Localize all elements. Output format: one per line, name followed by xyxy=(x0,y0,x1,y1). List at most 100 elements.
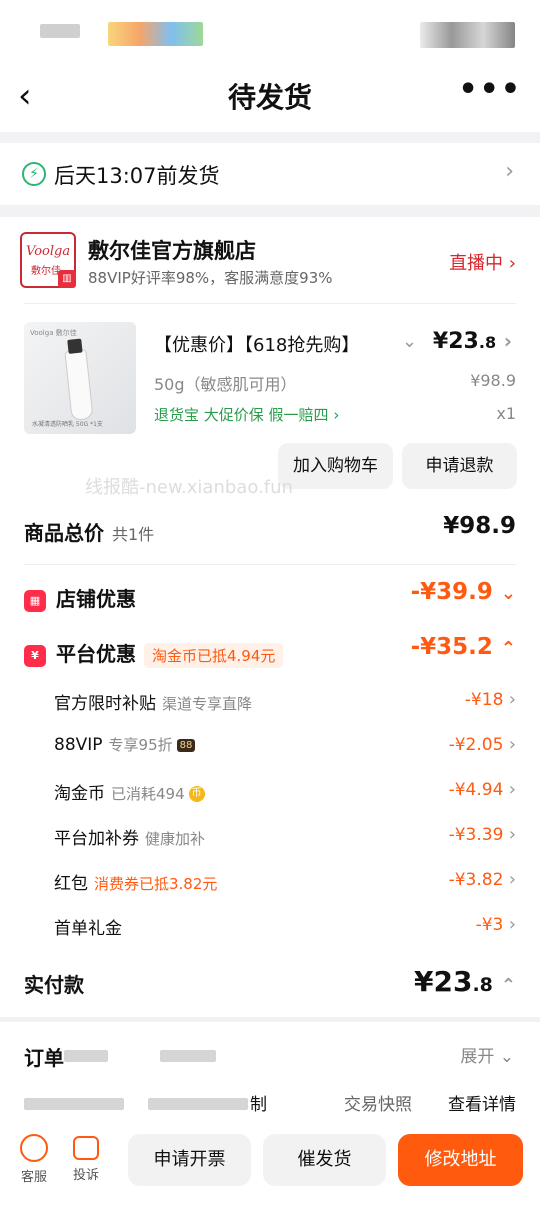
shop-discount-row[interactable]: ▦ 店铺优惠 -¥39.9 ⌄ xyxy=(24,579,516,615)
discount-item-value: -¥3.82 xyxy=(448,870,504,890)
divider xyxy=(24,303,516,304)
logo-sub: 敷尔佳 xyxy=(31,266,61,277)
product-quantity: x1 xyxy=(496,404,516,423)
shop-icon: ▦ xyxy=(24,589,46,612)
shop-logo[interactable]: Voolga 敷尔佳 ▥ xyxy=(20,232,76,288)
discount-item[interactable]: 88VIP 专享95折 88 -¥2.05 › xyxy=(54,732,516,762)
discount-item-value: -¥4.94 xyxy=(448,780,504,800)
image-caption: 水凝清透防晒乳 50G *1支 xyxy=(32,421,103,428)
service-face-icon xyxy=(20,1134,48,1162)
platform-discount-amount: -¥35.2 xyxy=(410,634,493,660)
order-card: Voolga 敷尔佳 ▥ 敷尔佳官方旗舰店 88VIP好评率98%，客服满意度9… xyxy=(0,217,540,1017)
order-info-blur xyxy=(24,1098,124,1110)
chevron-down-icon: ⌄ xyxy=(500,583,516,604)
product-image[interactable]: Voolga 敷尔佳 水凝清透防晒乳 50G *1支 xyxy=(24,322,136,434)
discount-item-note: 已消耗494 xyxy=(111,785,185,803)
expand-toggle[interactable]: 展开 ⌄ xyxy=(460,1042,514,1067)
discount-item-value: -¥2.05 xyxy=(448,735,504,755)
tmall-badge-icon: ▥ xyxy=(58,270,76,288)
discount-item[interactable]: 首单礼金 -¥3 › xyxy=(54,912,516,942)
shipping-banner[interactable]: ⚡ 后天13:07前发货 › xyxy=(0,143,540,205)
chevron-up-icon: ⌃ xyxy=(500,638,516,659)
live-link[interactable]: 直播中 › xyxy=(449,249,516,275)
bottom-action-bar: 客服 投诉 申请开票 催发货 修改地址 xyxy=(0,1122,540,1206)
logo-text: Voolga xyxy=(26,244,71,259)
discount-item-note: 消费券已抵3.82元 xyxy=(94,875,218,893)
total-label-text: 商品总价 xyxy=(24,521,104,545)
discount-item-label: 红包 xyxy=(54,874,88,894)
product-price: ¥23.8 › xyxy=(433,329,512,354)
top-nav: ‹ 待发货 ••• xyxy=(0,62,540,132)
chevron-down-icon: ⌄ xyxy=(499,1047,514,1067)
total-row: 商品总价 共1件 ¥98.9 xyxy=(24,513,516,549)
shop-name[interactable]: 敷尔佳官方旗舰店 xyxy=(88,235,256,265)
view-details-link[interactable]: 查看详情 xyxy=(448,1090,516,1115)
trade-snapshot-link[interactable]: 交易快照 xyxy=(344,1090,412,1115)
discount-item-value: -¥3.39 xyxy=(448,825,504,845)
chevron-right-icon: › xyxy=(508,869,516,890)
chevron-right-icon: › xyxy=(508,689,516,710)
urge-shipping-button[interactable]: 催发货 xyxy=(263,1134,386,1186)
invoice-button[interactable]: 申请开票 xyxy=(128,1134,251,1186)
complaint-chat-icon xyxy=(73,1136,99,1160)
discount-item[interactable]: 官方限时补贴 渠道专享直降 -¥18 › xyxy=(54,687,516,717)
product-tube xyxy=(64,338,94,421)
discount-item-value: -¥3 xyxy=(475,915,504,935)
status-blur xyxy=(420,22,515,48)
platform-discount-row[interactable]: ¥ 平台优惠 淘金币已抵4.94元 -¥35.2 ⌃ xyxy=(24,634,516,670)
platform-discount-label: ¥ 平台优惠 淘金币已抵4.94元 xyxy=(24,638,284,668)
total-value: ¥98.9 xyxy=(443,513,516,539)
platform-discount-text: 平台优惠 xyxy=(56,642,136,666)
order-info-blur xyxy=(148,1098,248,1110)
discount-item[interactable]: 淘金币 已消耗494 币 -¥4.94 › xyxy=(54,777,516,807)
service-tags-text: 退货宝 大促价保 假一赔四 xyxy=(154,406,329,424)
status-blur xyxy=(108,22,203,46)
platform-discount-value: -¥35.2 ⌃ xyxy=(411,634,516,660)
total-label: 商品总价 共1件 xyxy=(24,517,154,546)
status-bar xyxy=(0,0,540,62)
order-number-blur xyxy=(64,1050,108,1062)
refund-button[interactable]: 申请退款 xyxy=(402,443,517,489)
discount-item-value: -¥18 xyxy=(464,690,504,710)
shop-discount-text: 店铺优惠 xyxy=(56,587,136,611)
more-menu-button[interactable]: ••• xyxy=(458,72,522,107)
discount-item-note: 健康加补 xyxy=(145,830,206,848)
chevron-right-icon: › xyxy=(508,734,516,755)
discount-item-label: 官方限时补贴 xyxy=(54,694,156,714)
paid-row[interactable]: 实付款 ¥23.8 ⌃ xyxy=(24,965,516,1001)
discount-item-note: 专享95折 xyxy=(108,736,173,754)
shop-discount-amount: -¥39.9 xyxy=(410,579,493,605)
discount-item[interactable]: 红包 消费券已抵3.82元 -¥3.82 › xyxy=(54,867,516,897)
expand-label: 展开 xyxy=(460,1047,495,1067)
watermark: 线报酷-new.xianbao.fun xyxy=(85,477,293,498)
product-cap xyxy=(67,338,83,354)
chevron-right-icon: › xyxy=(508,253,516,274)
order-partial-text: 制 xyxy=(250,1095,267,1115)
price-main: ¥23 xyxy=(432,329,479,354)
coin-icon: 币 xyxy=(188,786,205,802)
paid-value: ¥23.8 ⌃ xyxy=(414,965,516,998)
customer-service-button[interactable]: 客服 xyxy=(14,1134,54,1185)
divider xyxy=(24,564,516,565)
shipping-time: 后天13:07前发货 xyxy=(54,164,220,188)
order-label: 订单 xyxy=(24,1046,64,1070)
discount-item[interactable]: 平台加补券 健康加补 -¥3.39 › xyxy=(54,822,516,852)
coin-deduct-tag: 淘金币已抵4.94元 xyxy=(144,643,284,668)
modify-address-button[interactable]: 修改地址 xyxy=(398,1134,523,1186)
add-to-cart-button[interactable]: 加入购物车 xyxy=(278,443,393,489)
paid-label: 实付款 xyxy=(24,973,84,997)
price-decimal: .8 xyxy=(478,333,497,352)
service-tags[interactable]: 退货宝 大促价保 假一赔四 › xyxy=(154,404,339,425)
discount-item-label: 淘金币 xyxy=(54,784,105,804)
coupon-icon: ¥ xyxy=(24,644,46,667)
complaint-button[interactable]: 投诉 xyxy=(66,1134,106,1183)
lightning-icon: ⚡ xyxy=(22,162,46,186)
chevron-down-icon[interactable]: ⌄ xyxy=(402,331,417,352)
status-blur xyxy=(40,24,80,38)
chevron-right-icon: › xyxy=(503,329,512,353)
discount-item-label: 88VIP xyxy=(54,735,103,755)
order-info: 订单 展开 ⌄ 制 交易快照 查看详情 xyxy=(0,1022,540,1122)
chevron-right-icon: › xyxy=(505,159,514,184)
product-title[interactable]: 【优惠价】【618抢先购】 xyxy=(154,331,394,357)
discount-item-label: 平台加补券 xyxy=(54,829,139,849)
